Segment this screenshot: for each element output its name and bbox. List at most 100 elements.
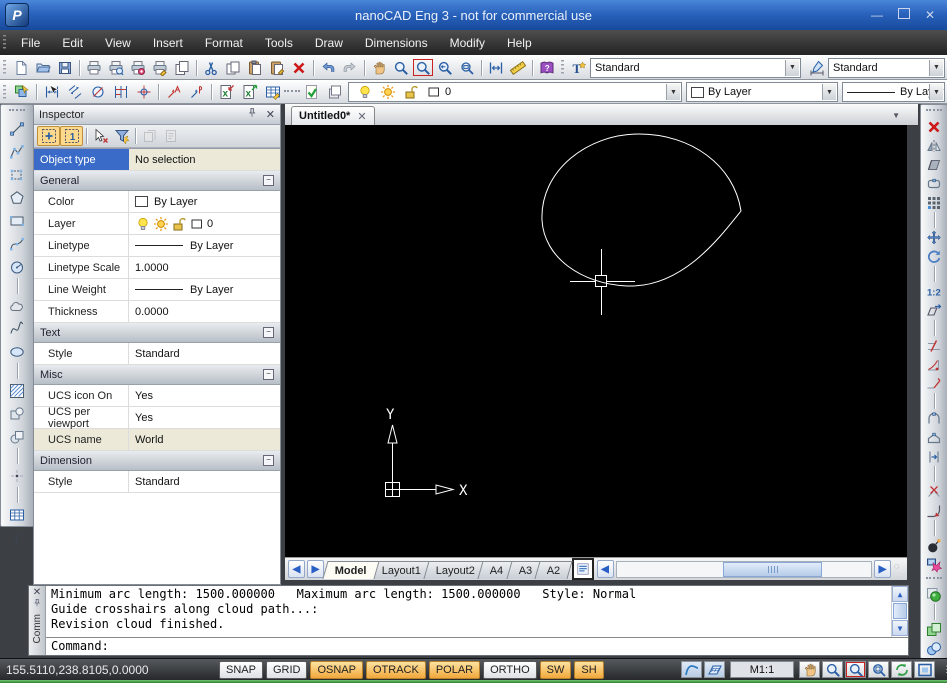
property-value[interactable]: Standard — [129, 343, 280, 364]
erase-button[interactable] — [922, 117, 946, 136]
rect-tool-button[interactable] — [4, 209, 30, 232]
scroll-down-button[interactable]: ▼ — [892, 620, 908, 636]
contour-button[interactable] — [922, 174, 946, 193]
drawing-canvas[interactable]: Y X — [285, 125, 907, 557]
scroll-left-button[interactable]: ◀ — [597, 560, 614, 578]
help-button[interactable]: ? — [536, 58, 558, 77]
property-row-linetype-scale[interactable]: Linetype Scale1.0000 — [34, 257, 280, 279]
close-icon[interactable]: ✕ — [357, 110, 366, 123]
zoom-button[interactable] — [390, 58, 412, 77]
property-value[interactable]: By Layer — [129, 279, 280, 300]
maximize-button[interactable] — [898, 8, 910, 22]
sheet-tab-model[interactable]: Model — [322, 561, 379, 579]
cloud-button[interactable] — [4, 294, 30, 317]
layer-props-button[interactable] — [10, 83, 33, 102]
ellipse-tool-button[interactable] — [4, 340, 30, 363]
copy-button[interactable] — [222, 58, 244, 77]
zoom-back-button[interactable] — [434, 58, 456, 77]
draw-check-button[interactable] — [300, 83, 323, 102]
move-button[interactable] — [922, 228, 946, 247]
pline-edit-button[interactable] — [4, 163, 30, 186]
layer-combo[interactable]: 0 ▼ — [348, 82, 682, 102]
paste-button[interactable] — [244, 58, 266, 77]
property-row-style[interactable]: StyleStandard — [34, 471, 280, 493]
menu-file[interactable]: File — [10, 32, 51, 54]
menu-help[interactable]: Help — [496, 32, 543, 54]
print-settings-button[interactable] — [127, 58, 149, 77]
dim-linear-button[interactable] — [40, 83, 63, 102]
menu-tools[interactable]: Tools — [254, 32, 304, 54]
tabs-scroll-right-button[interactable]: ▶ — [307, 560, 324, 578]
text-style-combo[interactable]: Standard▼ — [590, 58, 801, 78]
property-value[interactable]: No selection — [129, 149, 280, 170]
lengthen-button[interactable] — [922, 374, 946, 393]
sel-one-button[interactable]: 1 — [60, 126, 83, 146]
property-value[interactable]: 0 — [129, 213, 280, 234]
toggle-sw[interactable]: SW — [540, 661, 572, 679]
property-row-object-type[interactable]: Object typeNo selection — [34, 149, 280, 171]
dim-baseline-button[interactable] — [109, 83, 132, 102]
command-history[interactable]: Minimum arc length: 1500.000000 Maximum … — [46, 586, 891, 636]
linetype-combo[interactable]: By Layer ▼ — [842, 82, 945, 102]
toggle-otrack[interactable]: OTRACK — [366, 661, 426, 679]
line-button[interactable] — [4, 117, 30, 140]
pedit1-button[interactable] — [922, 409, 946, 428]
circle-tool-button[interactable] — [4, 255, 30, 278]
toggle-polar[interactable]: POLAR — [429, 661, 480, 679]
property-row-linetype[interactable]: LinetypeBy Layer — [34, 235, 280, 257]
fullscreen-button[interactable] — [914, 661, 935, 678]
menu-format[interactable]: Format — [194, 32, 254, 54]
save-button[interactable] — [54, 58, 76, 77]
scrollbar-track[interactable] — [616, 561, 873, 578]
region-b-button[interactable] — [4, 425, 30, 448]
new-file-button[interactable] — [10, 58, 32, 77]
blue-circles-button[interactable] — [922, 639, 946, 658]
menu-view[interactable]: View — [94, 32, 142, 54]
section-dimension[interactable]: Dimension− — [34, 451, 280, 471]
collapse-icon[interactable]: − — [263, 327, 274, 338]
property-row-color[interactable]: ColorBy Layer — [34, 191, 280, 213]
horizontal-scrollbar[interactable]: ◀ ▶ — [597, 561, 892, 577]
scrollbar-thumb[interactable] — [723, 562, 822, 577]
menu-edit[interactable]: Edit — [51, 32, 94, 54]
pin-icon[interactable] — [32, 598, 42, 611]
dim-center-button[interactable] — [132, 83, 155, 102]
scale-display[interactable]: M1:1 — [730, 661, 794, 678]
dim-style-btn-button[interactable] — [806, 58, 828, 77]
cut-button[interactable] — [200, 58, 222, 77]
property-row-line-weight[interactable]: Line WeightBy Layer — [34, 279, 280, 301]
vertical-scrollbar[interactable]: ▲ ▼ — [891, 586, 908, 638]
zoom-window-button[interactable] — [412, 58, 434, 77]
mirror-button[interactable] — [922, 136, 946, 155]
undo-button[interactable] — [317, 58, 339, 77]
ruler-button[interactable] — [507, 58, 529, 77]
print-button[interactable] — [83, 58, 105, 77]
excel-import-button[interactable]: x — [215, 83, 238, 102]
zoom-window-button[interactable] — [845, 661, 866, 678]
break-button[interactable] — [922, 482, 946, 501]
explode-button[interactable] — [922, 536, 946, 555]
dim-diameter-button[interactable] — [86, 83, 109, 102]
stretch-button[interactable] — [922, 301, 946, 320]
section-text[interactable]: Text− — [34, 323, 280, 343]
tabs-scroll-left-button[interactable]: ◀ — [288, 560, 305, 578]
resize-grip[interactable]: ⋮⋮ — [942, 664, 947, 675]
offset-button[interactable] — [922, 447, 946, 466]
spline-ctrl-button[interactable] — [4, 232, 30, 255]
property-value[interactable]: Yes — [129, 385, 280, 406]
sheet-list-button[interactable] — [572, 558, 594, 580]
collapse-icon[interactable]: − — [263, 455, 274, 466]
text-tool-button[interactable]: T — [4, 526, 30, 549]
table-tool-button[interactable] — [4, 503, 30, 526]
excel-export-button[interactable]: x — [238, 83, 261, 102]
point-tool-button[interactable] — [4, 464, 30, 487]
menu-modify[interactable]: Modify — [439, 32, 496, 54]
command-input[interactable]: Command: — [46, 637, 908, 655]
color-combo[interactable]: By Layer ▼ — [686, 82, 838, 102]
section-misc[interactable]: Misc− — [34, 365, 280, 385]
plot-button[interactable] — [149, 58, 171, 77]
rotate-button[interactable] — [922, 247, 946, 266]
polygon-button[interactable] — [4, 186, 30, 209]
text-style-btn-button[interactable]: T — [568, 58, 590, 77]
toggle-snap[interactable]: SNAP — [219, 661, 263, 679]
